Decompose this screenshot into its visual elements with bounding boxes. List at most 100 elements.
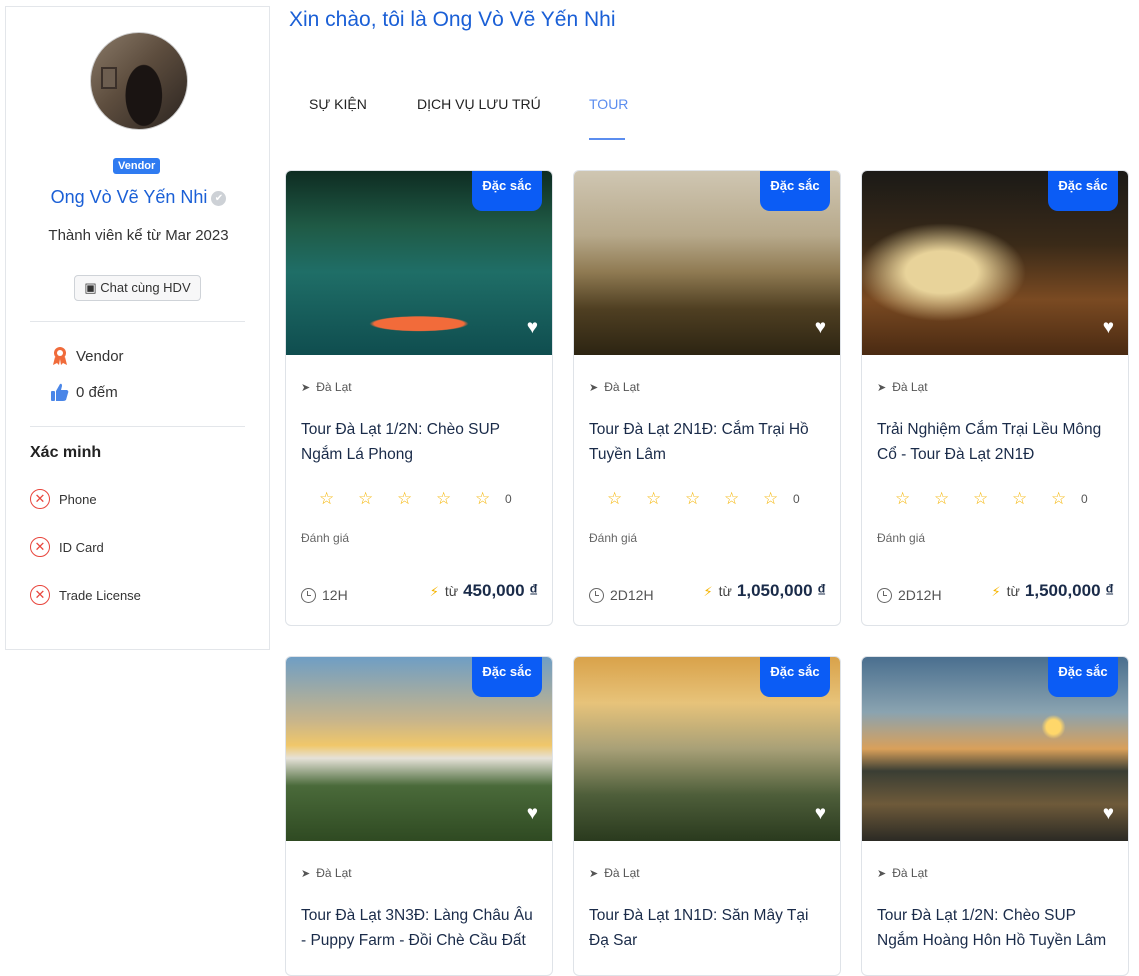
star-icon: ☆ <box>436 489 452 508</box>
tour-title[interactable]: Tour Đà Lạt 3N3Đ: Làng Châu Âu - Puppy F… <box>301 903 536 953</box>
clock-icon <box>877 587 892 603</box>
price-value: 1,050,000 ₫ <box>736 581 826 600</box>
tour-card[interactable]: Đặc sắc ♥ ➤ Đà Lạt Trải Nghiệm Cắm Trại L… <box>861 170 1129 626</box>
verification-label: Phone <box>59 491 97 507</box>
featured-badge: Đặc sắc <box>472 171 542 211</box>
star-icon: ☆ <box>724 489 740 508</box>
tour-card[interactable]: Đặc sắc ♥ ➤ Đà Lạt Tour Đà Lạt 1/2N: Chèo… <box>285 170 553 626</box>
clock-icon <box>301 587 316 603</box>
chat-bubble-icon: ▣ <box>84 280 97 295</box>
location-text: Đà Lạt <box>316 380 352 394</box>
tour-title[interactable]: Tour Đà Lạt 1/2N: Chèo SUP Ngắm Lá Phong <box>301 417 536 467</box>
unverified-x-icon: ✕ <box>30 537 50 557</box>
star-icon: ☆ <box>685 489 701 508</box>
tour-card[interactable]: Đặc sắc ♥ ➤ Đà Lạt Tour Đà Lạt 3N3Đ: Làng… <box>285 656 553 976</box>
page-title: Xin chào, tôi là Ong Vò Vẽ Yến Nhi <box>289 8 616 31</box>
favorite-heart-icon[interactable]: ♥ <box>815 318 826 337</box>
price-value: 450,000 ₫ <box>463 581 538 600</box>
stat-label: 0 đếm <box>76 383 118 401</box>
favorite-heart-icon[interactable]: ♥ <box>1103 804 1114 823</box>
favorite-heart-icon[interactable]: ♥ <box>527 804 538 823</box>
duration-text: 12H <box>322 587 348 603</box>
tour-location: ➤ Đà Lạt <box>877 866 928 880</box>
plane-icon: ➤ <box>877 867 887 880</box>
rating-count: 0 <box>1081 491 1088 506</box>
tour-price: ⚡ từ 450,000 ₫ <box>430 581 538 601</box>
tour-duration: 2D12H <box>877 587 942 603</box>
divider <box>30 426 245 427</box>
star-icon: ☆ <box>895 489 911 508</box>
favorite-heart-icon[interactable]: ♥ <box>815 804 826 823</box>
verification-id-card: ✕ ID Card <box>30 537 104 557</box>
tour-image[interactable]: Đặc sắc ♥ <box>862 171 1128 355</box>
tab-accommodation[interactable]: DỊCH VỤ LƯU TRÚ <box>417 96 541 112</box>
tour-location: ➤ Đà Lạt <box>877 380 928 394</box>
star-icon: ☆ <box>397 489 413 508</box>
award-icon <box>50 346 70 366</box>
verification-title: Xác minh <box>30 444 102 461</box>
tab-events[interactable]: SỰ KIỆN <box>309 96 367 112</box>
unverified-x-icon: ✕ <box>30 585 50 605</box>
clock-icon <box>589 587 604 603</box>
tour-duration: 2D12H <box>589 587 654 603</box>
chat-button[interactable]: ▣ Chat cùng HDV <box>74 275 201 301</box>
tour-title[interactable]: Tour Đà Lạt 1/2N: Chèo SUP Ngắm Hoàng Hô… <box>877 903 1112 953</box>
thumbs-up-icon <box>50 382 70 402</box>
lightning-icon: ⚡ <box>429 584 439 599</box>
star-icon: ☆ <box>607 489 623 508</box>
tour-title[interactable]: Tour Đà Lạt 2N1Đ: Cắm Trại Hồ Tuyền Lâm <box>589 417 824 467</box>
featured-badge: Đặc sắc <box>760 171 830 211</box>
divider <box>30 321 245 322</box>
chat-button-label: Chat cùng HDV <box>100 280 191 295</box>
price-prefix: từ <box>444 583 459 599</box>
avatar[interactable] <box>90 32 188 130</box>
featured-badge: Đặc sắc <box>1048 171 1118 211</box>
vendor-name-text: Ong Vò Vẽ Yến Nhi <box>50 187 208 207</box>
vendor-name[interactable]: Ong Vò Vẽ Yến Nhi ✔ <box>6 187 271 208</box>
star-icon: ☆ <box>973 489 989 508</box>
tab-tour[interactable]: TOUR <box>589 96 628 112</box>
favorite-heart-icon[interactable]: ♥ <box>527 318 538 337</box>
lightning-icon: ⚡ <box>703 584 713 599</box>
tour-image[interactable]: Đặc sắc ♥ <box>862 657 1128 841</box>
location-text: Đà Lạt <box>604 380 640 394</box>
featured-badge: Đặc sắc <box>472 657 542 697</box>
price-prefix: từ <box>1006 583 1020 599</box>
tour-image[interactable]: Đặc sắc ♥ <box>574 171 840 355</box>
rating-count: 0 <box>505 491 512 506</box>
tour-card[interactable]: Đặc sắc ♥ ➤ Đà Lạt Tour Đà Lạt 1/2N: Chèo… <box>861 656 1129 976</box>
plane-icon: ➤ <box>301 381 311 394</box>
star-icon: ☆ <box>319 489 335 508</box>
stat-likes: 0 đếm <box>50 382 118 402</box>
tour-image[interactable]: Đặc sắc ♥ <box>286 657 552 841</box>
tour-image[interactable]: Đặc sắc ♥ <box>286 171 552 355</box>
vendor-profile-sidebar: Vendor Ong Vò Vẽ Yến Nhi ✔ Thành viên kể … <box>5 6 270 650</box>
star-icon: ☆ <box>358 489 374 508</box>
tour-location: ➤ Đà Lạt <box>589 380 640 394</box>
plane-icon: ➤ <box>589 381 599 394</box>
verification-label: Trade License <box>59 587 141 603</box>
tour-image[interactable]: Đặc sắc ♥ <box>574 657 840 841</box>
tour-title[interactable]: Tour Đà Lạt 1N1D: Săn Mây Tại Đạ Sar <box>589 903 824 953</box>
star-rating: ☆ ☆ ☆ ☆ ☆ 0 <box>895 490 1088 507</box>
rating-label: Đánh giá <box>301 531 350 545</box>
location-text: Đà Lạt <box>892 866 928 880</box>
verification-trade-license: ✕ Trade License <box>30 585 141 605</box>
favorite-heart-icon[interactable]: ♥ <box>1103 318 1114 337</box>
tour-card[interactable]: Đặc sắc ♥ ➤ Đà Lạt Tour Đà Lạt 1N1D: Săn … <box>573 656 841 976</box>
price-value: 1,500,000 ₫ <box>1024 581 1114 600</box>
rating-count: 0 <box>793 491 800 506</box>
star-icon: ☆ <box>646 489 662 508</box>
tour-location: ➤ Đà Lạt <box>301 866 352 880</box>
tour-title[interactable]: Trải Nghiệm Cắm Trại Lều Mông Cổ - Tour … <box>877 417 1112 467</box>
stat-vendor: Vendor <box>50 346 124 366</box>
active-tab-indicator <box>589 138 625 140</box>
duration-text: 2D12H <box>898 587 942 603</box>
tour-price: ⚡ từ 1,050,000 ₫ <box>704 581 826 601</box>
tour-duration: 12H <box>301 587 348 603</box>
featured-badge: Đặc sắc <box>1048 657 1118 697</box>
tour-card[interactable]: Đặc sắc ♥ ➤ Đà Lạt Tour Đà Lạt 2N1Đ: Cắm … <box>573 170 841 626</box>
duration-text: 2D12H <box>610 587 654 603</box>
location-text: Đà Lạt <box>316 866 352 880</box>
rating-label: Đánh giá <box>589 531 638 545</box>
